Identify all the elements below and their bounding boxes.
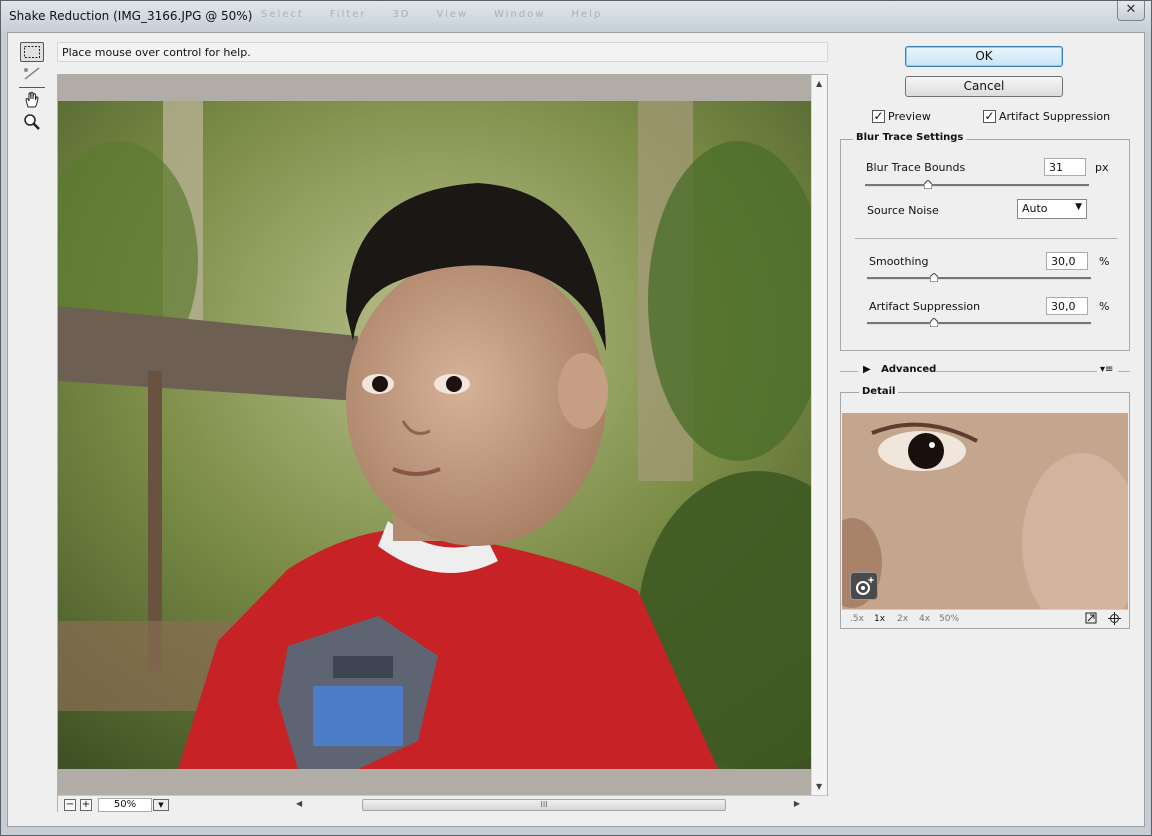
canvas-area[interactable] (58, 75, 812, 795)
preview-check-icon[interactable]: ✓ (872, 110, 885, 123)
advanced-toggle[interactable]: ▶ Advanced (863, 364, 936, 375)
scroll-right-icon[interactable]: ▶ (794, 799, 800, 808)
blur-trace-bounds-input[interactable]: 31 (1044, 158, 1086, 176)
detail-zoom-1x[interactable]: 1x (874, 614, 885, 624)
canvas-status-bar: − + 50% ▼ ◀ III ▶ (58, 795, 829, 812)
chevron-down-icon: ▼ (1075, 202, 1082, 212)
preview-image (58, 101, 812, 769)
source-noise-value: Auto (1022, 202, 1048, 215)
scroll-left-icon[interactable]: ◀ (296, 799, 302, 808)
help-bar: Place mouse over control for help. (57, 42, 828, 62)
disclosure-triangle-icon: ▶ (863, 364, 871, 375)
detail-zoom-50pct[interactable]: 50% (939, 614, 959, 624)
vertical-scrollbar[interactable]: ▲ ▼ (811, 75, 827, 795)
detail-panel: Detail .5x 1x 2x 4x 50% (840, 386, 1130, 629)
horizontal-scrollbar[interactable]: ◀ III ▶ (292, 798, 812, 812)
loupe-target-icon[interactable] (850, 572, 878, 600)
detail-zoom-bar: .5x 1x 2x 4x 50% (842, 609, 1128, 628)
detail-loupe-image[interactable] (842, 413, 1128, 609)
blur-trace-bounds-unit: px (1095, 161, 1109, 174)
smoothing-thumb[interactable] (930, 273, 939, 282)
title-bar: Shake Reduction (IMG_3166.JPG @ 50%) Sel… (1, 1, 1151, 31)
scroll-down-icon[interactable]: ▼ (816, 782, 822, 791)
divider (855, 238, 1117, 239)
artifact-suppression-slider[interactable] (867, 322, 1091, 325)
artifact-suppression-unit: % (1099, 300, 1110, 313)
preview-label: Preview (888, 110, 931, 123)
smoothing-input[interactable]: 30,0 (1046, 252, 1088, 270)
advanced-divider-start (840, 371, 858, 372)
artifact-suppression-label: Artifact Suppression (999, 110, 1111, 123)
detail-title: Detail (859, 386, 899, 397)
artifact-suppression-checkbox[interactable]: ✓ Artifact Suppression (983, 110, 1110, 123)
zoom-dropdown-icon[interactable]: ▼ (153, 799, 169, 811)
advanced-label: Advanced (881, 364, 937, 375)
advanced-divider (935, 371, 1097, 372)
artifact-suppression-thumb[interactable] (930, 318, 939, 327)
close-button[interactable]: ✕ (1117, 1, 1145, 21)
undock-detail-icon[interactable] (1085, 612, 1097, 627)
blur-trace-bounds-label: Blur Trace Bounds (866, 161, 966, 174)
blur-trace-settings-title: Blur Trace Settings (853, 132, 967, 143)
crosshair-icon[interactable] (1108, 612, 1121, 628)
ok-button[interactable]: OK (905, 46, 1063, 67)
window-title: Shake Reduction (IMG_3166.JPG @ 50%) (9, 9, 253, 23)
blur-estimation-tool-icon[interactable] (20, 42, 44, 62)
panel-menu-icon[interactable]: ▾≡ (1100, 364, 1113, 375)
zoom-in-button[interactable]: + (80, 799, 92, 811)
source-noise-select[interactable]: Auto ▼ (1017, 199, 1087, 219)
zoom-out-button[interactable]: − (64, 799, 76, 811)
blur-trace-bounds-thumb[interactable] (923, 180, 932, 189)
zoom-tool-icon[interactable] (20, 112, 44, 132)
detail-zoom-2x[interactable]: 2x (897, 614, 908, 624)
cancel-button[interactable]: Cancel (905, 76, 1063, 97)
preview-canvas[interactable]: ▲ ▼ − + 50% ▼ ◀ III ▶ (57, 74, 829, 812)
smoothing-slider[interactable] (867, 277, 1091, 280)
detail-zoom-0-5x[interactable]: .5x (850, 614, 864, 624)
preview-checkbox[interactable]: ✓ Preview (872, 110, 931, 123)
artifact-check-icon[interactable]: ✓ (983, 110, 996, 123)
source-noise-label: Source Noise (867, 204, 939, 217)
blur-trace-settings-group: Blur Trace Settings Blur Trace Bounds 31… (840, 132, 1130, 351)
scroll-up-icon[interactable]: ▲ (816, 79, 822, 88)
tool-separator (19, 87, 45, 88)
blur-direction-tool-icon[interactable] (20, 63, 44, 83)
artifact-suppression-input[interactable]: 30,0 (1046, 297, 1088, 315)
shake-reduction-window: Shake Reduction (IMG_3166.JPG @ 50%) Sel… (0, 0, 1152, 836)
artifact-suppression-setting-label: Artifact Suppression (869, 300, 981, 313)
horizontal-scroll-thumb[interactable]: III (362, 799, 726, 811)
smoothing-label: Smoothing (869, 255, 929, 268)
advanced-divider-end (1118, 371, 1130, 372)
hand-tool-icon[interactable] (20, 90, 44, 110)
zoom-level-field[interactable]: 50% (98, 798, 152, 812)
blur-trace-bounds-slider[interactable] (865, 184, 1089, 187)
background-menu-ghost: Select Filter 3D View Window Help (261, 9, 603, 20)
dialog-body: Place mouse over control for help. ▲ ▼ −… (7, 32, 1145, 827)
detail-zoom-4x[interactable]: 4x (919, 614, 930, 624)
smoothing-unit: % (1099, 255, 1110, 268)
